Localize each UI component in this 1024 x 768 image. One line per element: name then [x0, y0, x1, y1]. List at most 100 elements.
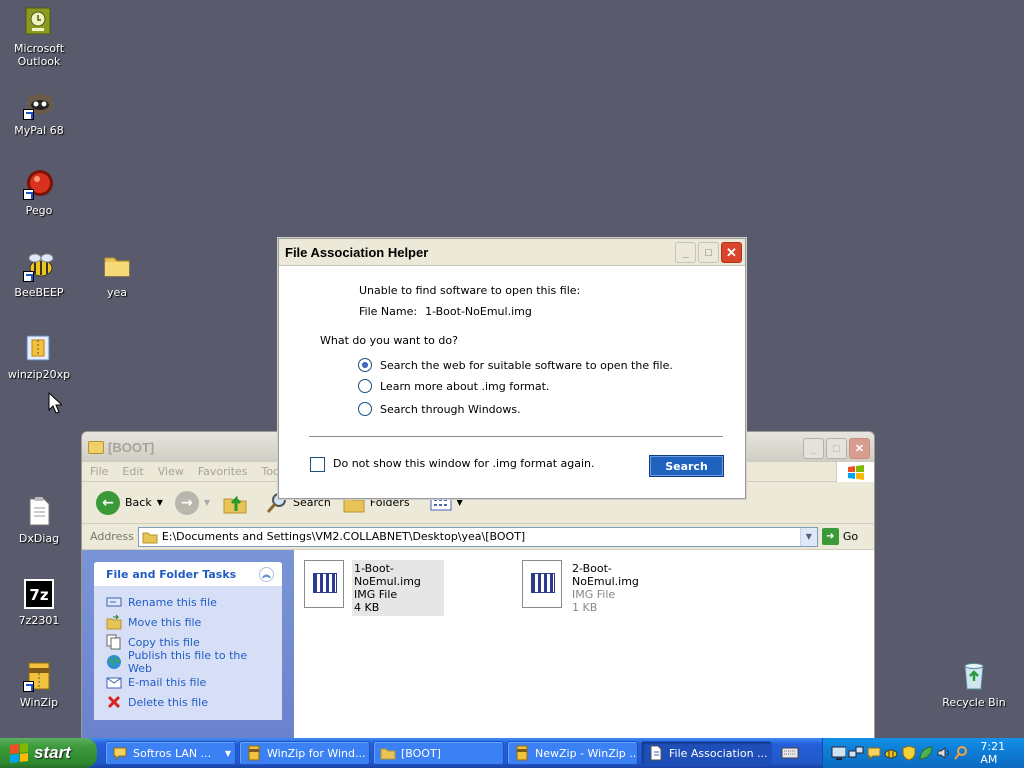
file-type: IMG File: [354, 588, 398, 601]
file-item[interactable]: 1-Boot-NoEmul.img IMG File 4 KB: [304, 560, 444, 616]
dont-show-checkbox[interactable]: [310, 457, 325, 472]
winzip-icon: [248, 745, 260, 761]
radio[interactable]: [358, 402, 372, 416]
taskbar-item-boot[interactable]: [BOOT]: [373, 741, 504, 765]
mouse-cursor-icon: [48, 392, 62, 414]
minimize-button[interactable]: _: [675, 242, 696, 263]
outlook-icon: [23, 6, 55, 38]
task-delete[interactable]: Delete this file: [106, 692, 270, 712]
file-item[interactable]: 2-Boot-NoEmul.img IMG File 1 KB: [522, 560, 662, 616]
option-search-windows[interactable]: Search through Windows.: [358, 402, 521, 416]
monitor-icon[interactable]: [831, 745, 847, 761]
desktop-icon-yea[interactable]: yea: [78, 250, 156, 299]
task-label: Publish this file to the Web: [128, 649, 248, 675]
chevron-down-icon[interactable]: ▼: [204, 498, 210, 507]
search-button[interactable]: Search: [649, 455, 724, 477]
leaf-icon[interactable]: [918, 745, 933, 761]
close-button[interactable]: ✕: [849, 438, 870, 459]
beebeep-icon: [23, 250, 55, 282]
task-move[interactable]: Move this file: [106, 612, 270, 632]
desktop-icon-label: MyPal 68: [14, 124, 64, 137]
keyboard-icon: [781, 747, 799, 759]
desktop-icon-pego[interactable]: Pego: [0, 168, 78, 217]
task-rename[interactable]: Rename this file: [106, 592, 270, 612]
shield-icon[interactable]: [901, 745, 916, 761]
maximize-button[interactable]: □: [698, 242, 719, 263]
show-desktop-button[interactable]: [776, 741, 804, 765]
forward-arrow-icon: →: [174, 490, 199, 515]
rename-icon: [106, 594, 122, 610]
globe-icon: [106, 654, 122, 670]
minimize-button[interactable]: _: [803, 438, 824, 459]
taskbar-item-label: WinZip for Wind...: [267, 746, 366, 760]
dialog-title-bar[interactable]: File Association Helper _ □ ✕: [279, 239, 745, 266]
taskbar: start Softros LAN ... ▼ WinZip for Wind.…: [0, 738, 1024, 768]
task-label: E-mail this file: [128, 675, 207, 689]
start-button[interactable]: start: [0, 738, 97, 768]
address-input[interactable]: E:\Documents and Settings\VM2.COLLABNET\…: [137, 526, 818, 547]
network-icon[interactable]: [848, 745, 864, 761]
chat-icon[interactable]: [866, 745, 881, 761]
shortcut-arrow-icon: [23, 109, 34, 120]
search-icon[interactable]: [953, 745, 968, 761]
task-publish[interactable]: Publish this file to the Web: [106, 649, 270, 675]
back-button[interactable]: ← Back ▼: [92, 490, 167, 515]
taskbar-item-label: [BOOT]: [401, 746, 441, 760]
address-dropdown-button[interactable]: ▼: [799, 527, 817, 546]
bee-icon[interactable]: [883, 745, 898, 761]
desktop-icon-label: Recycle Bin: [942, 696, 1006, 709]
menu-favorites[interactable]: Favorites: [198, 465, 248, 478]
task-email[interactable]: E-mail this file: [106, 672, 270, 692]
taskbar-item-newzip[interactable]: NewZip - WinZip ...: [507, 741, 638, 765]
folder-icon: [88, 440, 104, 454]
option-search-web[interactable]: Search the web for suitable software to …: [358, 358, 673, 372]
file-folder-tasks-panel: File and Folder Tasks ︽ Rename this file…: [94, 562, 282, 720]
radio-selected[interactable]: [358, 358, 372, 372]
maximize-button[interactable]: □: [826, 438, 847, 459]
option-learn-more[interactable]: Learn more about .img format.: [358, 379, 549, 393]
file-size: 1 KB: [572, 601, 598, 614]
desktop-icon-dxdiag[interactable]: DxDiag: [0, 496, 78, 545]
forward-button[interactable]: → ▼: [171, 490, 214, 515]
folder-icon: [101, 250, 133, 282]
radio[interactable]: [358, 379, 372, 393]
taskbar-item-softros[interactable]: Softros LAN ... ▼: [105, 741, 236, 765]
start-label: start: [34, 743, 71, 762]
recycle-bin-icon: [958, 660, 990, 692]
clock[interactable]: 7:21 AM: [980, 740, 1024, 766]
menu-view[interactable]: View: [158, 465, 184, 478]
up-folder-button[interactable]: [218, 491, 252, 515]
desktop-icon-winzip20xp[interactable]: winzip20xp: [0, 332, 78, 381]
option-label: Search through Windows.: [380, 402, 521, 416]
desktop-icon-mypal[interactable]: MyPal 68: [0, 88, 78, 137]
speaker-icon[interactable]: [936, 745, 951, 761]
dialog-question: What do you want to do?: [320, 334, 458, 347]
close-button[interactable]: ✕: [721, 242, 742, 263]
menu-file[interactable]: File: [90, 465, 108, 478]
desktop-icon-label: DxDiag: [18, 532, 60, 545]
go-button[interactable]: ➜ Go: [821, 528, 858, 545]
menu-edit[interactable]: Edit: [122, 465, 143, 478]
task-label: Rename this file: [128, 595, 217, 609]
desktop-icon-outlook[interactable]: Microsoft Outlook: [0, 6, 78, 68]
svg-text:7z: 7z: [29, 586, 48, 604]
dxdiag-icon: [23, 496, 55, 528]
taskbar-item-winzip[interactable]: WinZip for Wind...: [239, 741, 370, 765]
collapse-icon[interactable]: ︽: [259, 566, 274, 582]
desktop-icon-label: Microsoft Outlook: [13, 42, 65, 68]
task-panel-header[interactable]: File and Folder Tasks ︽: [94, 562, 282, 586]
file-name-row: File Name: 1-Boot-NoEmul.img: [359, 305, 532, 318]
desktop-icon-winzip[interactable]: WinZip: [0, 660, 78, 709]
7zip-icon: 7z: [23, 578, 55, 610]
windows-logo-icon: [836, 462, 874, 482]
back-label: Back: [125, 496, 152, 509]
taskbar-item-label: Softros LAN ...: [133, 746, 212, 760]
desktop-icon-beebeep[interactable]: BeeBEEP: [0, 250, 78, 299]
desktop-icon-label: BeeBEEP: [14, 286, 64, 299]
taskbar-item-file-association[interactable]: File Association ...: [641, 741, 772, 765]
desktop-icon-recycle-bin[interactable]: Recycle Bin: [935, 660, 1013, 709]
desktop-icon-7z2301[interactable]: 7z 7z2301: [0, 578, 78, 627]
chevron-down-icon[interactable]: ▼: [157, 498, 163, 507]
shortcut-arrow-icon: [23, 681, 34, 692]
task-pane: File and Folder Tasks ︽ Rename this file…: [82, 550, 294, 740]
